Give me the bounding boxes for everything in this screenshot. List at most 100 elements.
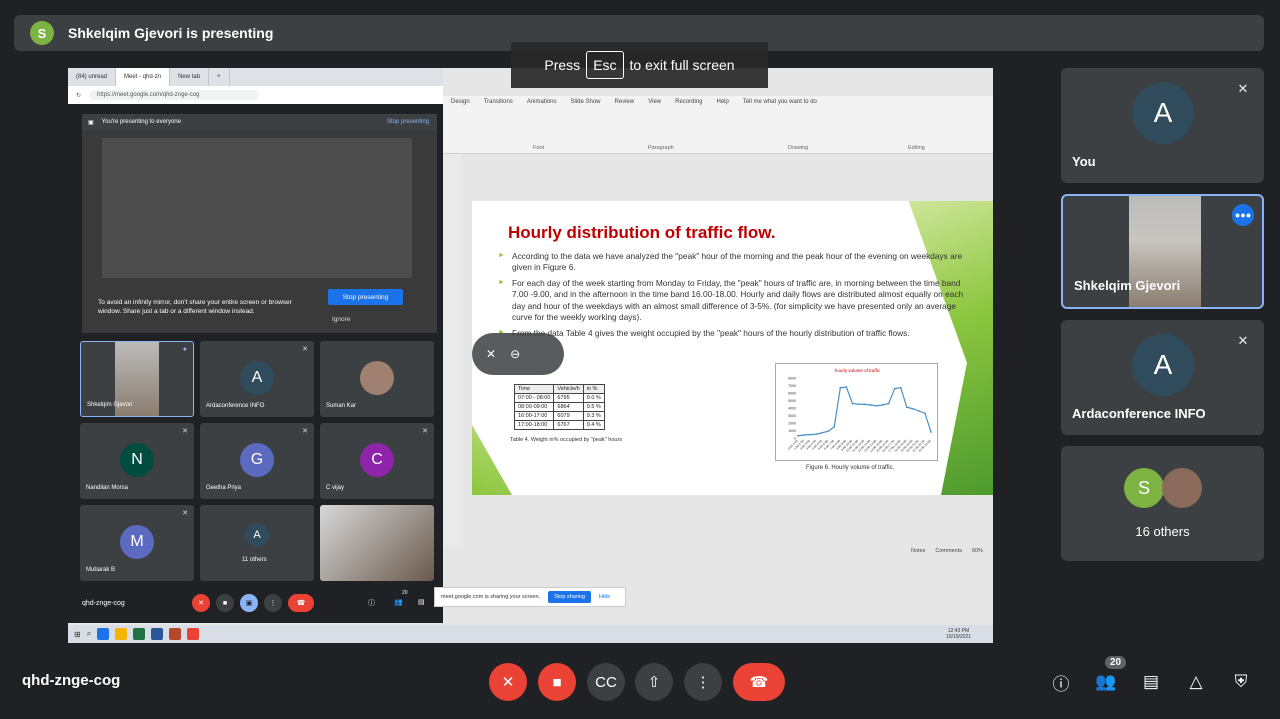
taskbar-clock: 12:43 PM 10/19/2021 [946,628,971,640]
mic-off-icon: ✕ [1237,81,1249,96]
camera-button[interactable]: ■ [216,594,234,612]
chat-button[interactable]: ▤ [1139,670,1163,694]
microphone-toggle-button[interactable]: ✕ [489,663,527,701]
participant-avatar: A [1132,334,1194,396]
leave-call-button[interactable]: ☎ [733,663,785,701]
comments-button[interactable]: Comments [935,548,962,554]
traffic-data-point [851,402,854,405]
chat-icon[interactable]: ▤ [418,598,425,606]
participant-tile[interactable]: M ✕ Mubarak B [80,505,194,581]
participant-tile[interactable]: A 11 others [200,505,314,581]
stop-presenting-button[interactable]: Stop presenting [328,289,403,305]
table-row: 07:00 - 08:00 6795 9.0 % [513,393,605,403]
traffic-data-point [924,412,926,415]
leave-call-button[interactable]: ☎ [288,594,314,612]
chrome-icon[interactable] [187,628,200,640]
participant-name: Geetha Priya [206,485,242,491]
participant-name: Ardaconference INFO [1072,406,1206,421]
windows-taskbar: ⊞ ⌕ 12:43 PM 10/19/2021 [68,625,993,643]
figure-caption: Figure 6. Hourly volume of traffic. [806,465,895,471]
present-button[interactable]: ▣ [240,594,258,612]
info-icon[interactable]: ⓘ [368,598,375,608]
esc-banner-text: to exit full screen [629,57,735,73]
participant-tile[interactable]: N ✕ Nandilan Morsa [80,423,194,499]
traffic-data-point [803,434,805,436]
browser-tab-mail[interactable]: (84) unread [68,68,117,86]
ribbon-tab[interactable]: Slide Show [571,99,601,105]
search-icon[interactable]: ⌕ [87,629,91,639]
table-row: 16:00-17:00 6079 9.3 % [513,411,605,421]
participant-tile[interactable]: A ✕ Ardaconference INFO [1061,320,1264,435]
mic-off-button[interactable]: ✕ [192,594,210,612]
mic-off-icon: ✕ [182,510,188,517]
participant-tile[interactable]: G ✕ Geetha Priya [200,423,314,499]
participant-avatar: G [240,443,274,477]
meeting-details-button[interactable]: ⓘ [1049,670,1073,694]
traffic-data-point [827,430,830,433]
y-tick-label: 1000 [788,429,796,433]
captions-button[interactable]: CC [587,663,625,701]
folder-icon[interactable] [115,628,128,640]
ribbon-group-label: Paragraph [648,145,674,151]
notes-button[interactable]: Notes [911,548,925,554]
more-options-button[interactable]: ⋮ [264,594,282,612]
url-field[interactable]: https://meet.google.com/qhd-znge-cog [89,90,260,100]
participant-name: Mubarak B [86,567,116,573]
windows-start-icon[interactable]: ⊞ [74,630,81,639]
participant-tile-you[interactable]: A ✕ You [1061,68,1264,183]
tell-me-search[interactable]: Tell me what you want to do [743,99,817,105]
meeting-code-mini: qhd-zngе-cog [82,599,125,607]
participant-name: Ardaconference INFO [206,403,265,409]
participant-tile[interactable]: ● Shkelqim Gjevori [80,341,194,417]
table-cell: 6767 [553,420,584,430]
ribbon-tab[interactable]: Recording [675,99,702,105]
self-video-tile[interactable] [320,505,434,581]
powerpoint-icon[interactable] [169,628,182,640]
stop-presenting-link[interactable]: Stop presenting [387,119,429,125]
more-vert-icon: ⋮ [695,674,711,691]
ribbon-tab[interactable]: View [648,99,661,105]
new-tab-button[interactable]: + [209,68,230,86]
ribbon-tab[interactable]: Animations [527,99,557,105]
participant-tile[interactable]: C ✕ C vijay [320,423,434,499]
participant-tile[interactable]: Suman Kar [320,341,434,417]
present-now-button[interactable]: ⇧ [635,663,673,701]
y-tick-label: 5000 [788,399,796,403]
camera-toggle-button[interactable]: ■ [538,663,576,701]
shield-lock-icon: ⛨ [1234,672,1248,691]
stop-sharing-button[interactable]: Stop sharing [548,591,591,603]
zoom-level[interactable]: 60% [972,548,983,554]
ribbon-tab[interactable]: Help [716,99,728,105]
hide-button[interactable]: Hide [599,594,610,600]
present-icon: ⇧ [647,674,661,691]
browser-tab-meet[interactable]: Meet - qhd-zn [116,68,171,86]
traffic-data-point [899,386,902,389]
ribbon-tab[interactable]: Transitions [484,99,513,105]
excel-icon[interactable] [133,628,146,640]
traffic-data-point [845,386,848,388]
people-icon[interactable]: 👥 [394,598,403,606]
minus-circle-icon[interactable]: ⊖ [510,347,520,361]
more-options-button[interactable]: ⋮ [684,663,722,701]
others-tile[interactable]: S 16 others [1061,446,1264,561]
ribbon-tab[interactable]: Review [615,99,635,105]
ribbon-tab[interactable]: Design [451,99,470,105]
activities-button[interactable]: △ [1184,670,1208,694]
mic-off-icon: ✕ [182,428,188,435]
word-icon[interactable] [151,628,164,640]
participant-tile[interactable]: A ✕ Ardaconference INFO [200,341,314,417]
browser-tab-new[interactable]: New tab [170,68,210,86]
host-controls-button[interactable]: ⛨ [1229,670,1253,694]
edge-icon[interactable] [97,628,110,640]
ignore-button[interactable]: Ignore [332,316,350,323]
mic-off-icon[interactable]: ✕ [486,347,496,361]
people-button[interactable]: 👥 [1094,670,1118,694]
table-cell: 6864 [553,402,584,412]
participant-tile-presenter[interactable]: ●●● Shkelqim Gjevori [1061,194,1264,309]
slide-decoration [472,425,512,495]
table-cell: 9.0 % [582,393,605,403]
y-tick-label: 7000 [788,384,796,388]
activities-icon: △ [1189,672,1203,691]
reload-icon[interactable]: ↻ [76,92,81,99]
traffic-data-point [893,387,896,390]
